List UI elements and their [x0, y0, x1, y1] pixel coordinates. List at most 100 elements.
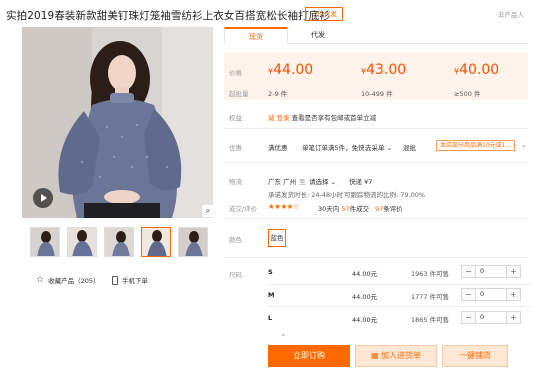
decrement-button[interactable]: − [462, 312, 475, 323]
one-click-distribute-button[interactable]: 一键铺货 [442, 345, 508, 367]
size-name: S [268, 268, 273, 276]
divider [224, 257, 528, 258]
tab-in-stock[interactable]: 现货 [224, 27, 288, 44]
thumbnail[interactable] [30, 227, 60, 257]
size-row-m: M 44.00元 1777 件可售 − 0 + [268, 288, 530, 303]
not-product-link[interactable]: 非产品人 [498, 9, 524, 19]
quantity-stepper: − 0 + [461, 288, 521, 301]
reviews-count[interactable]: 97条评价 [375, 203, 403, 213]
expand-sizes-chevron-icon[interactable]: ⌄ [280, 329, 287, 338]
chevron-down-icon[interactable]: ⌄ [521, 141, 526, 149]
promo-more-link[interactable]: 去采单 ⌄ [365, 142, 392, 152]
product-photo [22, 27, 213, 218]
promo-tag-mixed: 混批 [403, 144, 416, 152]
quantity-stepper: − 0 + [461, 265, 521, 278]
size-price: 44.00元 [352, 293, 378, 301]
moq-label: 起批量 [229, 90, 249, 98]
size-name: L [268, 314, 273, 322]
size-stock: 1963 件可售 [411, 270, 450, 278]
deals-suffix: 件成交 [349, 205, 370, 213]
logistics-destination[interactable]: 请选择 ⌄ [309, 176, 336, 186]
promo-more-label: 去采单 [365, 144, 385, 152]
dropship-badge[interactable]: 一件代发 [305, 7, 343, 21]
size-row-s: S 44.00元 1963 件可售 − 0 + [268, 265, 530, 280]
deals-count[interactable]: 30天内 57件成交 [318, 203, 369, 213]
increment-button[interactable]: + [507, 312, 520, 323]
divider [268, 306, 530, 307]
benefits-row: 诚 登录 查看是否享有包邮或首单立减 [268, 112, 376, 122]
chevron-down-icon: ⌄ [330, 178, 337, 186]
tab-dropship[interactable]: 代发 [286, 27, 350, 44]
mobile-order[interactable]: 手机下单 [112, 275, 148, 285]
rating-stars: ★★★★☆ [268, 202, 300, 211]
thumbnail-image [142, 228, 170, 256]
size-stock: 1777 件可售 [411, 293, 450, 301]
thumbnail-image [31, 228, 59, 256]
color-option-blue[interactable]: 蓝色 [268, 229, 286, 247]
logistics-to: 至 [299, 178, 306, 186]
qty-tier-2: 10-499 件 [361, 90, 393, 98]
logistics-origin: 广东 广州 [268, 178, 297, 186]
credit-badge-icon: 诚 [268, 114, 275, 122]
destination-label: 请选择 [309, 178, 329, 186]
thumbnail[interactable] [104, 227, 134, 257]
login-link[interactable]: 登录 [277, 114, 290, 122]
promo-shop-discount[interactable]: 本店部分商品满10元或1... [436, 140, 516, 151]
zoom-icon[interactable]: ⌕ [202, 205, 214, 217]
quantity-input[interactable]: 0 [475, 289, 507, 300]
phone-icon [112, 275, 118, 285]
increment-button[interactable]: + [507, 266, 520, 277]
qty-tier-3: ≥500 件 [454, 90, 481, 98]
decrement-button[interactable]: − [462, 289, 475, 300]
promo-tag-full-discount: 满优惠 [268, 144, 288, 152]
thumbnail[interactable] [178, 227, 208, 257]
increment-button[interactable]: + [507, 289, 520, 300]
size-label: 尺码 [229, 271, 242, 279]
quantity-input[interactable]: 0 [475, 266, 507, 277]
benefits-label: 权益 [229, 114, 242, 122]
color-label: 颜色 [229, 236, 242, 244]
thumbnail[interactable] [141, 227, 171, 257]
reviews-suffix: 条评价 [383, 205, 403, 213]
promo-text: 单笔订单满5件，免快... [302, 144, 371, 152]
size-name: M [268, 291, 275, 299]
chevron-down-icon: ⌄ [386, 144, 393, 152]
favorite-label: 收藏产品（205） [48, 277, 100, 285]
size-price: 44.00元 [352, 270, 378, 278]
main-product-image[interactable] [22, 27, 213, 218]
price-tier-3: ¥40.00 [454, 62, 499, 78]
add-to-cart-label: 加入进货单 [381, 351, 422, 360]
deals-prefix: 30天内 [318, 205, 340, 213]
order-now-button[interactable]: 立即订购 [268, 345, 350, 367]
play-video-button[interactable] [33, 188, 53, 208]
divider [224, 128, 528, 129]
quantity-input[interactable]: 0 [475, 312, 507, 323]
logistics-express: 快递 ¥7 [349, 178, 373, 186]
rating-label: 成交/评价 [229, 205, 258, 213]
size-row-l: L 44.00元 1865 件可售 − 0 + [268, 311, 530, 326]
price-label: 价格 [229, 69, 242, 77]
logistics-label: 物流 [229, 178, 242, 186]
promo-label: 优惠 [229, 144, 242, 152]
price-tier-2: ¥43.00 [361, 62, 406, 78]
thumbnail-image [68, 228, 96, 256]
cart-icon: ▦ [370, 351, 379, 360]
price-value: 40.00 [459, 62, 500, 78]
size-stock: 1865 件可售 [411, 316, 450, 324]
benefits-text: 查看是否享有包邮或首单立减 [291, 114, 377, 122]
product-title: 实拍2019春装新款甜美钉珠灯笼袖雪纺衫上衣女百搭宽松长袖打底衫 [6, 10, 330, 22]
star-outline-icon: ☆ [36, 275, 45, 285]
add-to-cart-button[interactable]: ▦ 加入进货单 [355, 345, 437, 367]
favorite-product[interactable]: ☆ 收藏产品（205） [36, 275, 100, 285]
ship-promise: 承诺发货时长: 24-48小时 [268, 191, 344, 199]
thumbnail-image [179, 228, 207, 256]
thumbnail-image [105, 228, 133, 256]
thumbnail-strip [30, 227, 208, 257]
thumbnail[interactable] [67, 227, 97, 257]
tracking-rate: 可跟踪物流的比例: 79.00% [344, 191, 426, 199]
divider [224, 162, 528, 163]
size-price: 44.00元 [352, 316, 378, 324]
deals-number: 57 [341, 205, 350, 213]
decrement-button[interactable]: − [462, 266, 475, 277]
divider [224, 218, 528, 219]
